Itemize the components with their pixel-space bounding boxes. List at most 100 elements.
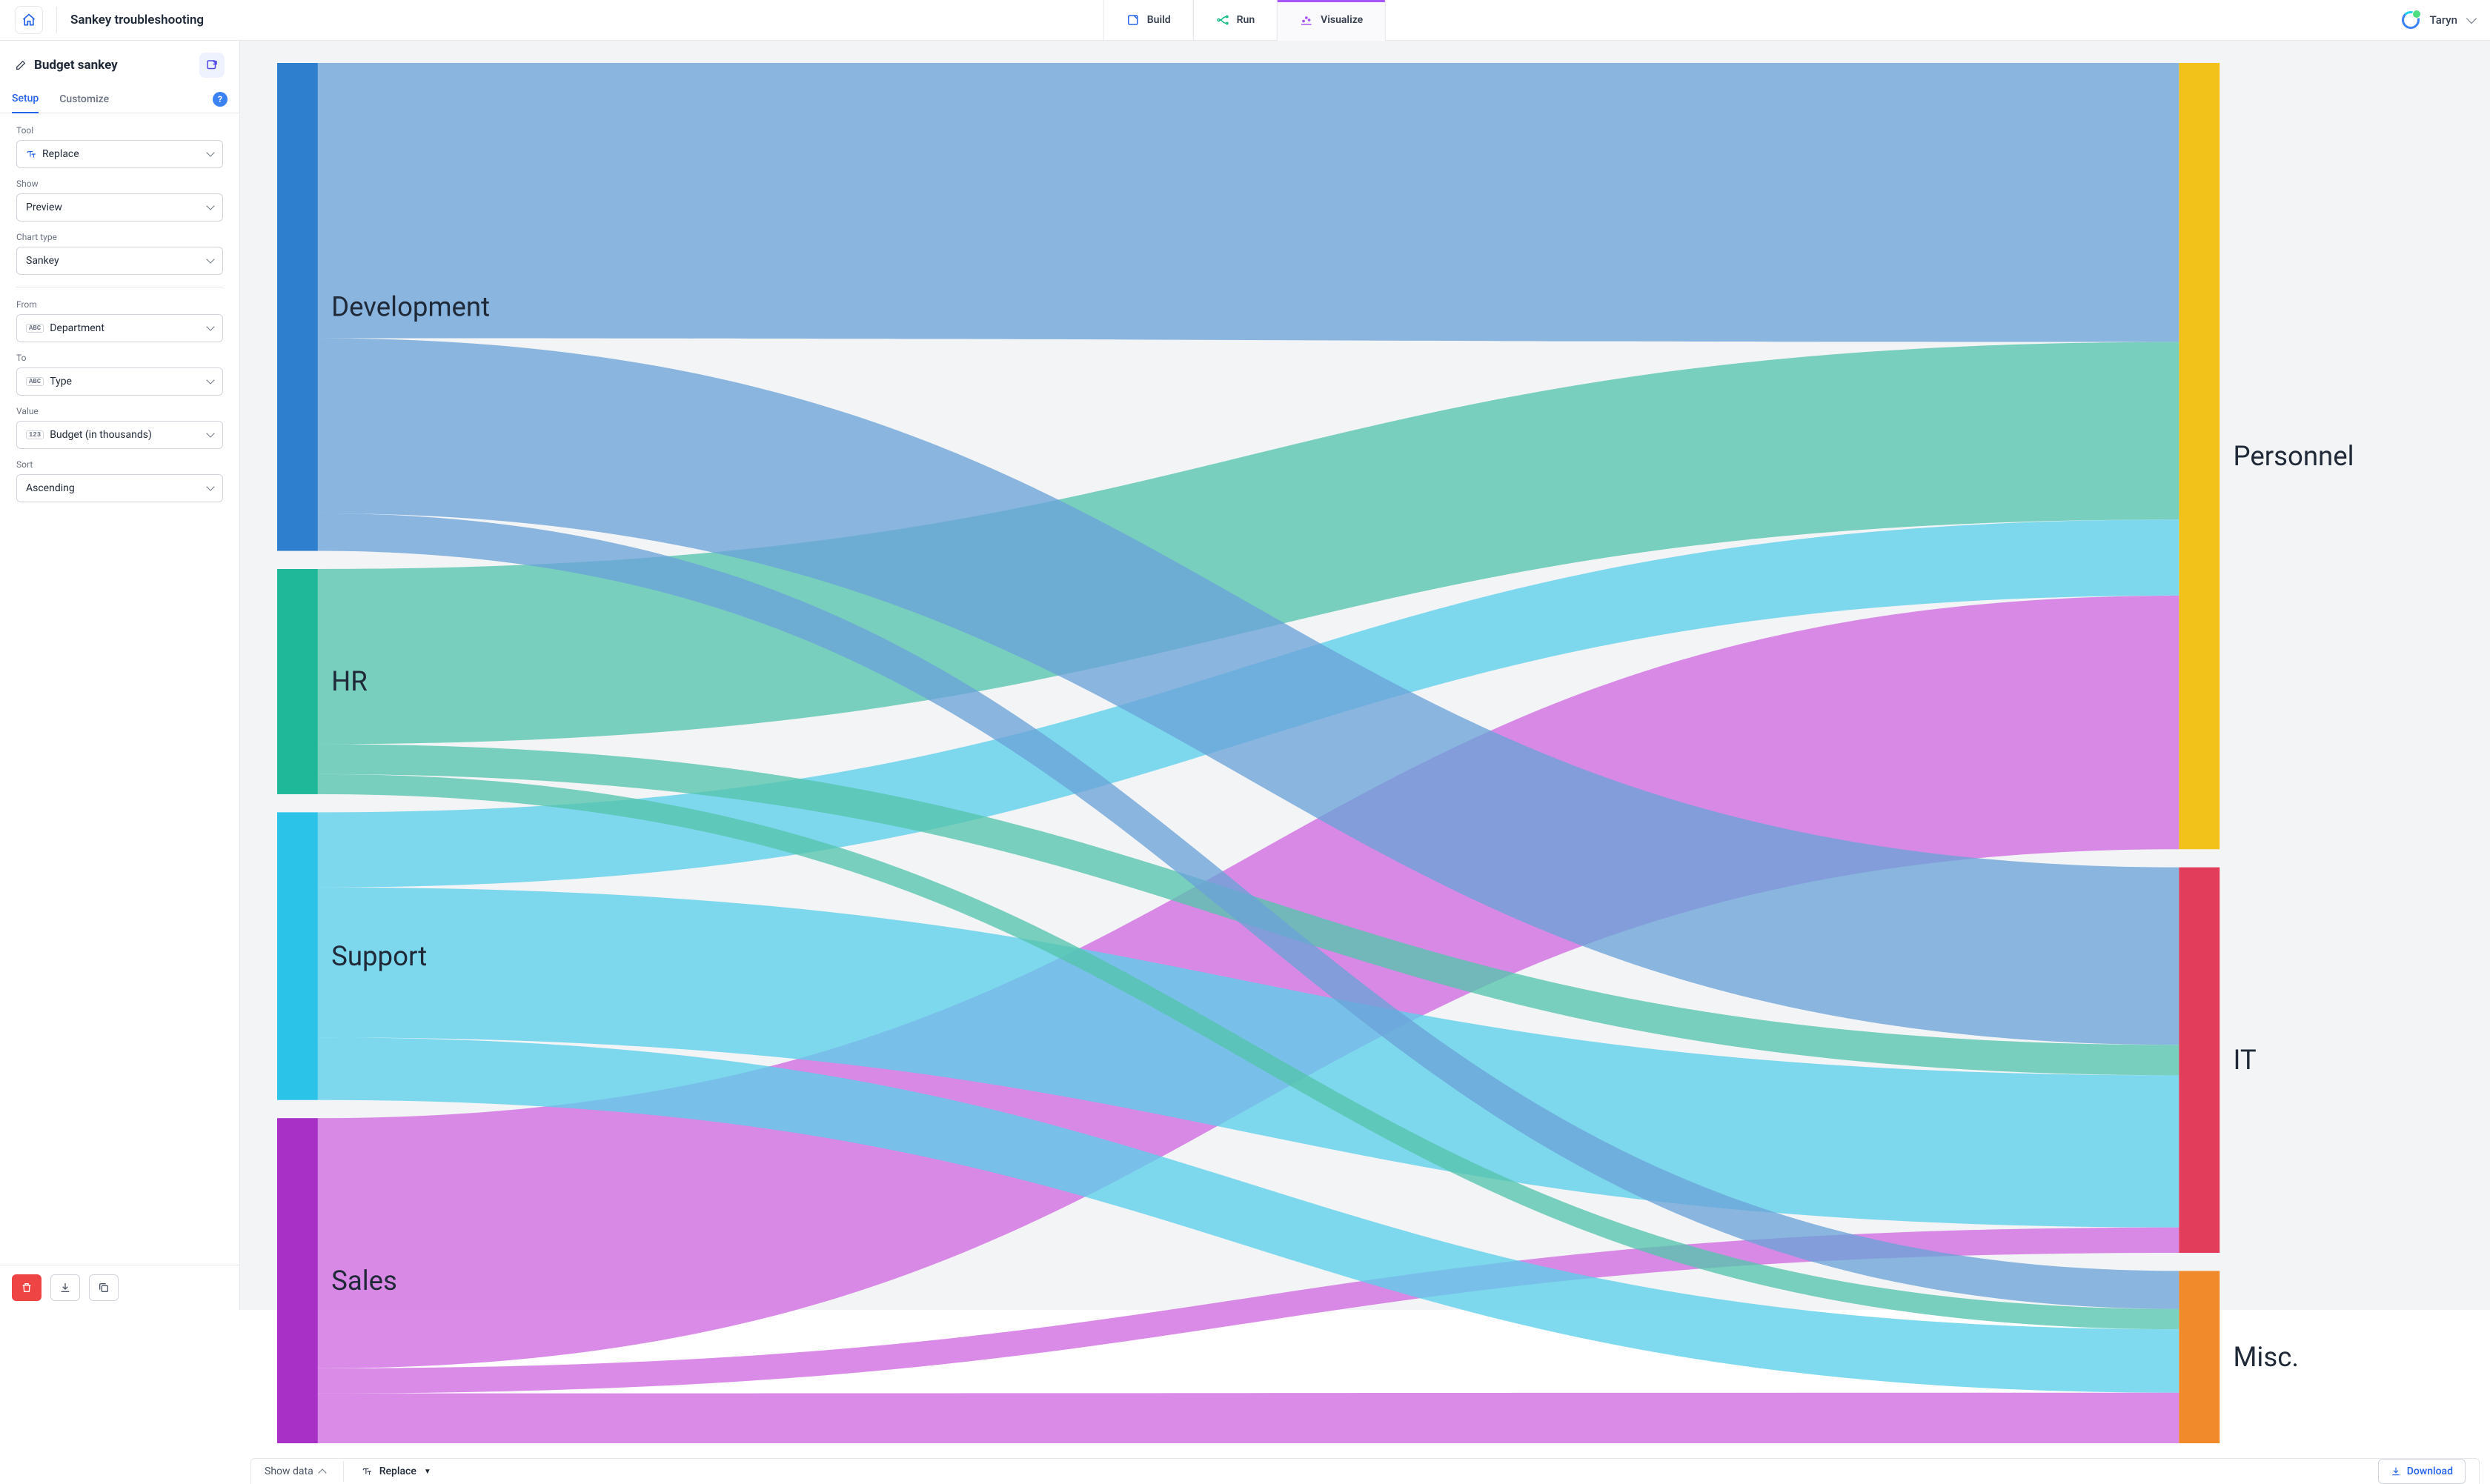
bottom-bar: Show data Replace ▼ Download — [250, 1458, 2480, 1484]
type-badge-abc: ABC — [26, 324, 44, 333]
chevron-down-icon — [206, 255, 214, 263]
sidebar-tab-setup[interactable]: Setup — [12, 85, 39, 113]
sidebar-tab-customize[interactable]: Customize — [59, 86, 109, 113]
tab-build[interactable]: Build — [1103, 0, 1194, 41]
show-label: Show — [16, 179, 223, 189]
to-select[interactable]: ABC Type — [16, 367, 223, 396]
sankey-target-label: Misc. — [2233, 1341, 2298, 1373]
chevron-down-icon — [2466, 13, 2477, 24]
topbar: Sankey troubleshooting Build Run Visuali… — [0, 0, 2490, 41]
value-select[interactable]: 123 Budget (in thousands) — [16, 421, 223, 449]
from-value: Department — [50, 322, 208, 334]
chart-area: Development HR Support Sales Personnel IT Misc… — [240, 41, 2490, 1458]
tool-select[interactable]: Replace — [16, 140, 223, 168]
chart-type-select[interactable]: Sankey — [16, 247, 223, 275]
sort-value: Ascending — [26, 482, 208, 494]
home-icon — [21, 13, 36, 27]
export-button[interactable] — [50, 1274, 80, 1301]
replace-label: Replace — [379, 1465, 416, 1477]
delete-button[interactable] — [12, 1274, 42, 1301]
sankey-target-label: Personnel — [2233, 440, 2354, 472]
chevron-down-icon — [206, 322, 214, 330]
popout-icon — [205, 59, 219, 72]
sankey-link — [318, 63, 2179, 342]
copy-icon — [98, 1282, 110, 1294]
tool-value: Replace — [42, 148, 208, 160]
sankey-target-node — [2179, 1271, 2220, 1443]
sidebar-header: Budget sankey — [0, 41, 239, 85]
show-value: Preview — [26, 202, 208, 213]
download-icon — [59, 1282, 71, 1294]
value-value: Budget (in thousands) — [50, 429, 208, 441]
sankey-source-label: Support — [331, 940, 427, 972]
to-value: Type — [50, 376, 208, 387]
sankey-target-label: IT — [2233, 1044, 2256, 1076]
sankey-source-label: HR — [331, 665, 368, 697]
popout-button[interactable] — [199, 53, 225, 78]
sidebar-footer — [0, 1265, 239, 1310]
sort-label: Sort — [16, 459, 223, 470]
separator — [343, 1461, 344, 1482]
build-icon — [1126, 13, 1140, 27]
sankey-source-label: Development — [331, 290, 490, 322]
chevron-down-icon — [206, 482, 214, 490]
chevron-down-icon — [206, 429, 214, 437]
page-title: Sankey troubleshooting — [70, 13, 204, 27]
download-icon — [2391, 1466, 2401, 1477]
sankey-source-node — [277, 1118, 318, 1443]
sidebar-tabs: Setup Customize ? — [0, 85, 239, 113]
show-data-label: Show data — [265, 1465, 313, 1477]
sidebar-body: Tool Replace Show Preview Chart type — [0, 113, 239, 1265]
main: Budget sankey Setup Customize ? Tool Rep… — [0, 41, 2490, 1310]
value-label: Value — [16, 406, 223, 416]
show-select[interactable]: Preview — [16, 193, 223, 222]
to-label: To — [16, 353, 223, 363]
chevron-down-icon — [206, 202, 214, 210]
text-icon — [362, 1466, 372, 1477]
from-label: From — [16, 299, 223, 310]
sankey-source-node — [277, 63, 318, 551]
separator — [56, 7, 57, 33]
visualize-icon — [1300, 13, 1313, 27]
chart-title: Budget sankey — [34, 58, 118, 73]
sankey-chart: Development HR Support Sales Personnel IT Misc… — [277, 63, 2446, 1443]
canvas: DevelopmentHRSupportSalesPersonnelITMisc… — [240, 41, 2490, 1310]
text-icon — [26, 149, 36, 159]
replace-dropdown[interactable]: Replace ▼ — [362, 1465, 431, 1477]
home-button[interactable] — [15, 6, 43, 34]
sankey-source-label: Sales — [331, 1265, 397, 1297]
user-menu[interactable]: Taryn — [2402, 11, 2475, 29]
tab-build-label: Build — [1147, 14, 1171, 26]
user-name: Taryn — [2430, 13, 2457, 27]
chevron-down-icon — [206, 148, 214, 156]
download-button[interactable]: Download — [2378, 1459, 2466, 1484]
tool-label: Tool — [16, 125, 223, 136]
show-data-toggle[interactable]: Show data — [265, 1465, 325, 1477]
edit-icon — [15, 59, 27, 71]
copy-button[interactable] — [89, 1274, 119, 1301]
tab-run-label: Run — [1237, 14, 1255, 26]
chevron-up-icon — [318, 1469, 326, 1477]
sankey-target-node — [2179, 63, 2220, 849]
status-spinner-icon — [2402, 11, 2420, 29]
tab-visualize-label: Visualize — [1321, 14, 1363, 26]
tab-run[interactable]: Run — [1193, 0, 1278, 41]
sankey-source-node — [277, 812, 318, 1099]
trash-icon — [21, 1282, 33, 1294]
chevron-down-icon — [206, 376, 214, 384]
sankey-source-node — [277, 569, 318, 794]
type-badge-123: 123 — [26, 430, 44, 439]
run-icon — [1216, 13, 1229, 27]
triangle-down-icon: ▼ — [424, 1468, 431, 1476]
chart-type-label: Chart type — [16, 232, 223, 242]
tab-visualize[interactable]: Visualize — [1277, 0, 1386, 41]
sankey-link — [318, 1393, 2179, 1443]
sankey-target-node — [2179, 868, 2220, 1253]
help-button[interactable]: ? — [213, 92, 228, 107]
chart-type-value: Sankey — [26, 255, 208, 267]
download-label: Download — [2407, 1465, 2453, 1477]
mode-tabs: Build Run Visualize — [1104, 0, 1386, 41]
type-badge-abc: ABC — [26, 377, 44, 386]
sort-select[interactable]: Ascending — [16, 474, 223, 502]
from-select[interactable]: ABC Department — [16, 314, 223, 342]
